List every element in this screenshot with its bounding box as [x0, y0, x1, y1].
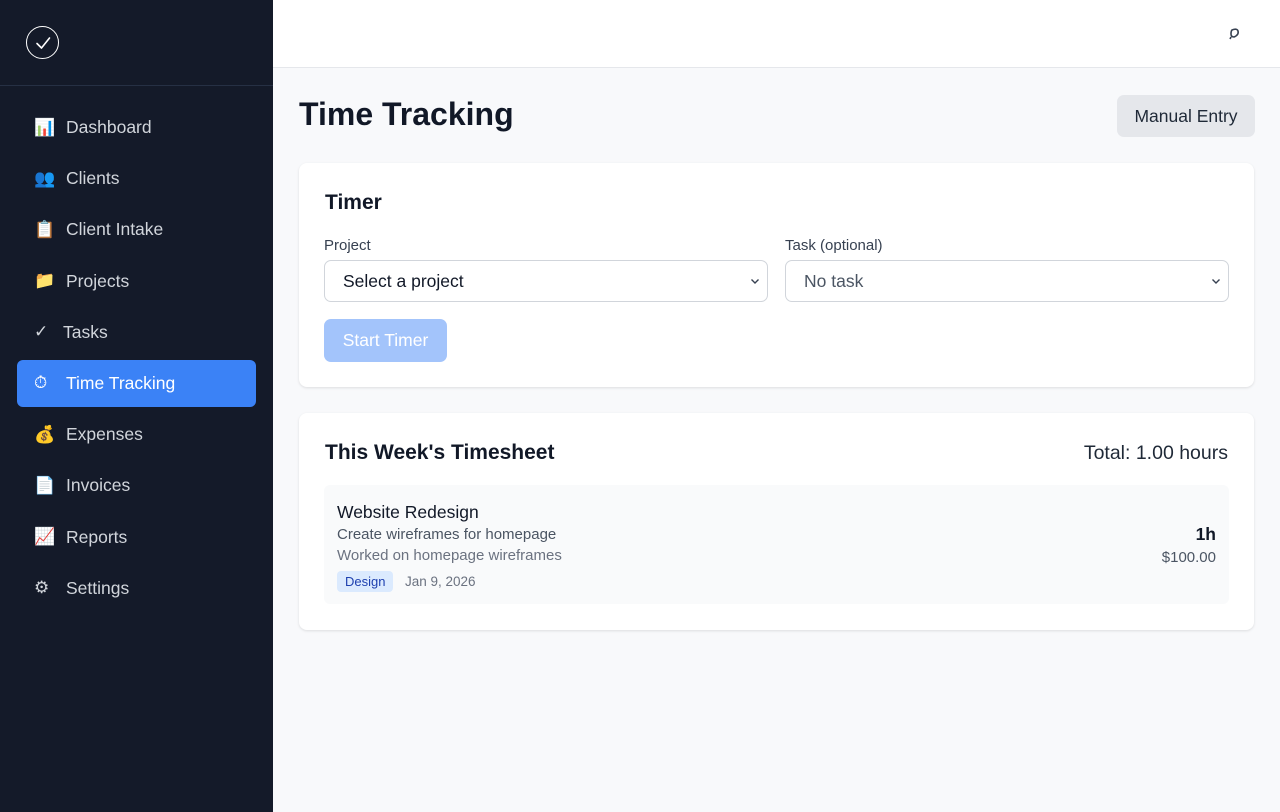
timer-card: Timer Project Select a project Task (opt…: [299, 163, 1254, 387]
sidebar-item-label: Settings: [66, 577, 130, 598]
timesheet-total: Total: 1.00 hours: [1083, 442, 1228, 464]
sidebar-item-client-intake[interactable]: 📋 Client Intake: [17, 206, 256, 253]
sidebar-item-time-tracking[interactable]: ⏱ Time Tracking: [17, 359, 256, 407]
chevron-down-icon: [1212, 279, 1220, 284]
timesheet-card: This Week's Timesheet Total: 1.00 hours …: [299, 413, 1254, 630]
trend-chart-icon: 📈: [34, 527, 56, 547]
task-select[interactable]: No task: [785, 260, 1229, 302]
sidebar-item-label: Projects: [66, 270, 130, 291]
stopwatch-icon: ⏱: [34, 373, 48, 394]
document-icon: 📄: [34, 475, 56, 496]
sidebar: 📊 Dashboard 👥 Clients 📋 Client Intake 📁 …: [0, 0, 273, 812]
sidebar-item-label: Dashboard: [66, 117, 152, 137]
chevron-down-icon: [751, 279, 759, 284]
entry-task: Create wireframes for homepage: [337, 526, 557, 543]
sidebar-nav: 📊 Dashboard 👥 Clients 📋 Client Intake 📁 …: [17, 104, 256, 616]
sidebar-item-label: Time Tracking: [66, 372, 176, 393]
entry-tag: Design: [337, 571, 394, 592]
sidebar-item-invoices[interactable]: 📄 Invoices: [17, 462, 256, 509]
folder-icon: 📁: [34, 271, 56, 292]
task-label: Task (optional): [785, 237, 883, 254]
time-entry[interactable]: Website Redesign Create wireframes for h…: [324, 485, 1229, 604]
project-label: Project: [324, 237, 371, 254]
manual-entry-button[interactable]: Manual Entry: [1117, 95, 1255, 137]
sidebar-item-label: Clients: [66, 168, 120, 189]
chart-icon: 📊: [34, 117, 56, 138]
entry-date: Jan 9, 2026: [405, 574, 476, 589]
sidebar-item-label: Expenses: [66, 424, 143, 445]
app-logo-check-icon[interactable]: [26, 26, 59, 59]
top-bar: [273, 0, 1280, 68]
entry-description: Worked on homepage wireframes: [337, 547, 562, 564]
task-select-value: No task: [804, 270, 864, 291]
sidebar-item-expenses[interactable]: 💰 Expenses: [17, 411, 256, 458]
timer-title: Timer: [325, 191, 382, 214]
extension-icon[interactable]: [1226, 26, 1242, 42]
sidebar-item-label: Tasks: [63, 321, 108, 342]
project-select-value: Select a project: [343, 270, 464, 291]
page-title: Time Tracking: [299, 96, 514, 132]
sidebar-item-projects[interactable]: 📁 Projects: [17, 258, 256, 305]
start-timer-button[interactable]: Start Timer: [324, 319, 447, 362]
sidebar-item-tasks[interactable]: ✓ Tasks: [17, 309, 256, 356]
entry-amount: $100.00: [1161, 549, 1216, 566]
users-icon: 👥: [34, 168, 56, 189]
sidebar-item-label: Client Intake: [66, 219, 164, 240]
entry-project: Website Redesign: [337, 502, 479, 522]
sidebar-item-settings[interactable]: ⚙ Settings: [17, 565, 256, 612]
logo-area: [0, 0, 273, 86]
project-select[interactable]: Select a project: [324, 260, 768, 302]
sidebar-item-reports[interactable]: 📈 Reports: [17, 514, 256, 561]
clipboard-icon: 📋: [34, 219, 56, 240]
checkmark-icon: ✓: [34, 322, 49, 343]
sidebar-item-label: Invoices: [66, 475, 131, 496]
sidebar-item-label: Reports: [66, 526, 128, 547]
sidebar-item-clients[interactable]: 👥 Clients: [17, 155, 256, 202]
money-bag-icon: 💰: [34, 424, 56, 445]
sidebar-item-dashboard[interactable]: 📊 Dashboard: [17, 104, 256, 151]
gear-icon: ⚙: [34, 578, 50, 599]
entry-hours: 1h: [1195, 524, 1216, 544]
timesheet-title: This Week's Timesheet: [325, 441, 555, 464]
